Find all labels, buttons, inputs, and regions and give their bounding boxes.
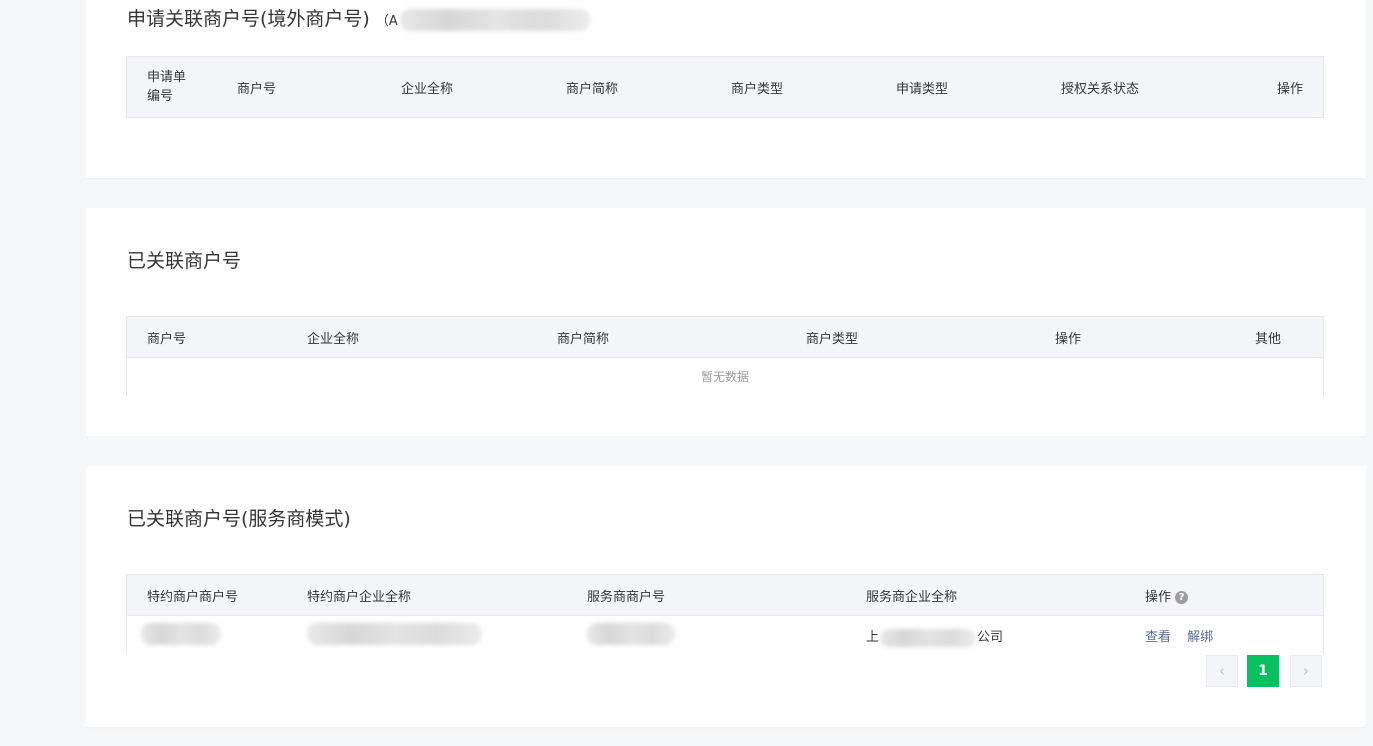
apply-merchant-note: （A [375,14,398,29]
linked-merchant-table-body: 暂无数据 [127,357,1323,396]
col-sub-merchant-company: 特约商户企业全称 [307,590,412,605]
table-row: 上 公司 查看 解绑 [127,615,1323,655]
apply-merchant-table: 申请单 编号 商户号 企业全称 商户简称 商户类型 申请类型 授权关系状态 操作 [126,56,1324,118]
linked-merchant-title: 已关联商户号 [127,250,242,272]
provider-company-cell: 上 公司 [866,626,1003,647]
view-link[interactable]: 查看 [1145,630,1171,645]
service-provider-table: 特约商户商户号 特约商户企业全称 服务商商户号 服务商企业全称 操作? 上 公司 … [126,574,1324,655]
unbind-link[interactable]: 解绑 [1187,630,1213,645]
apply-merchant-card: 申请关联商户号(境外商户号) （A 申请单 编号 商户号 企业全称 商户简称 商… [86,0,1366,178]
col-company-name: 企业全称 [401,82,454,97]
page-right-gutter [1366,0,1373,746]
redacted-sub-merchant-company [307,623,482,645]
col-short-name: 商户简称 [566,82,619,97]
col-merchant-id: 商户号 [147,332,187,347]
next-page-button[interactable]: › [1290,655,1322,687]
col-actions: 操作 [1055,332,1082,347]
col-sub-merchant-id: 特约商户商户号 [147,590,239,605]
service-provider-title: 已关联商户号(服务商模式) [127,508,351,530]
provider-company-prefix: 上 [866,630,880,645]
redacted-provider-company [880,628,977,647]
col-provider-company: 服务商企业全称 [866,590,958,605]
col-actions: 操作 [1277,82,1304,97]
apply-merchant-table-header: 申请单 编号 商户号 企业全称 商户简称 商户类型 申请类型 授权关系状态 操作 [127,57,1323,117]
col-actions-label: 操作 [1145,590,1172,605]
redacted-provider-merchant-id [587,623,675,645]
col-merchant-type: 商户类型 [806,332,859,347]
pagination: ‹ 1 › [1206,655,1322,687]
apply-merchant-title: 申请关联商户号(境外商户号) （A [127,4,590,31]
col-actions: 操作? [1145,586,1189,605]
col-merchant-id: 商户号 [237,82,277,97]
col-apply-number-line2: 编号 [147,89,174,104]
col-merchant-type: 商户类型 [731,82,784,97]
col-provider-merchant-id: 服务商商户号 [587,590,666,605]
empty-state-text: 暂无数据 [700,370,749,384]
col-short-name: 商户简称 [557,332,610,347]
prev-page-button[interactable]: ‹ [1206,655,1238,687]
service-provider-table-header: 特约商户商户号 特约商户企业全称 服务商商户号 服务商企业全称 操作? [127,575,1323,615]
col-company-name: 企业全称 [307,332,360,347]
col-other: 其他 [1255,332,1282,347]
col-auth-status: 授权关系状态 [1061,82,1140,97]
col-apply-number: 申请单 编号 [147,68,186,106]
linked-merchant-table-header: 商户号 企业全称 商户简称 商户类型 操作 其他 [127,317,1323,357]
service-provider-card: 已关联商户号(服务商模式) 特约商户商户号 特约商户企业全称 服务商商户号 服务… [86,466,1366,727]
linked-merchant-card: 已关联商户号 商户号 企业全称 商户简称 商户类型 操作 其他 暂无数据 [86,208,1366,436]
col-apply-type: 申请类型 [896,82,949,97]
col-apply-number-line1: 申请单 [147,70,187,85]
linked-merchant-table: 商户号 企业全称 商户简称 商户类型 操作 其他 暂无数据 [126,316,1324,396]
redacted-note [399,8,590,31]
row-actions: 查看 解绑 [1145,626,1213,645]
help-icon[interactable]: ? [1175,591,1189,604]
provider-company-suffix: 公司 [977,630,1004,645]
apply-merchant-title-text: 申请关联商户号(境外商户号) [127,8,370,30]
page-1-button[interactable]: 1 [1247,655,1279,687]
redacted-sub-merchant-id [141,623,221,645]
